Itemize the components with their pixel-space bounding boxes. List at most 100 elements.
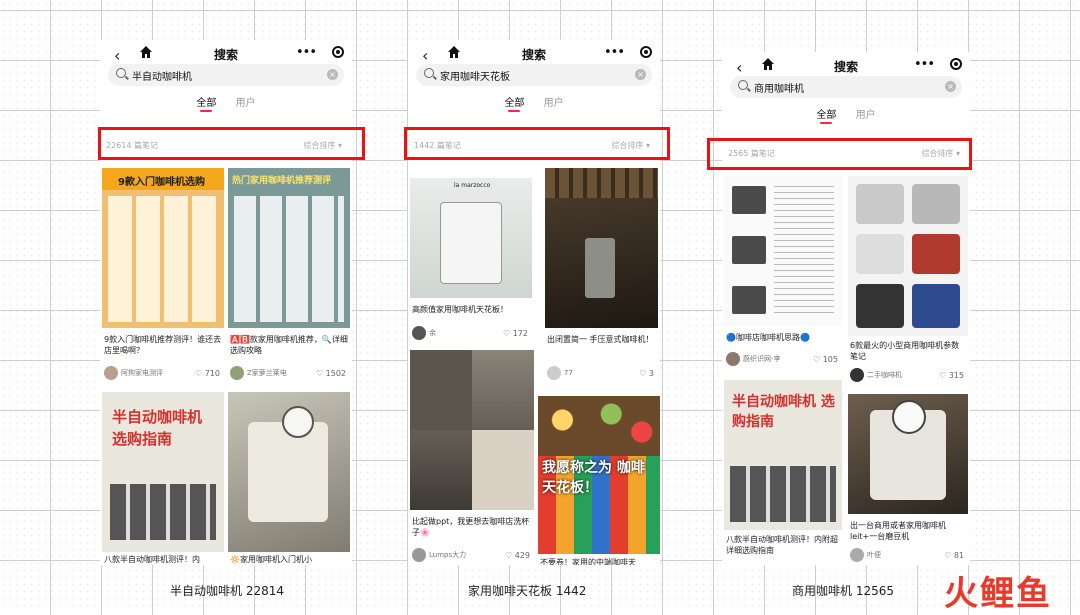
- phone-screen-1: ‹ 搜索 ••• × 全部 用户 22614 篇笔记 综合排序 ▾ 9款入门咖啡…: [100, 40, 352, 565]
- like-number: 105: [822, 355, 838, 364]
- cover-banner: 热门家用咖啡机推荐测评: [232, 176, 332, 186]
- note-title: 9款入门咖啡机推荐测评！谁还去店里喝啊？: [104, 335, 222, 355]
- avatar: [547, 366, 561, 380]
- clear-icon[interactable]: ×: [635, 69, 646, 80]
- avatar: [726, 352, 740, 366]
- note-card[interactable]: la marzocco 高颜值家用咖啡机天花板！ 余 ♡ 172: [410, 178, 532, 346]
- avatar: [850, 548, 864, 562]
- like-number: 172: [512, 329, 528, 338]
- note-cover: la marzocco: [410, 178, 532, 298]
- tab-bar: 全部 用户: [408, 94, 660, 112]
- avatar: [850, 368, 864, 382]
- note-cover: [410, 350, 534, 510]
- tab-all[interactable]: 全部: [504, 94, 524, 112]
- note-card[interactable]: 出一台商用或者家用咖啡机leit+一台磨豆机 叶便 ♡ 81: [848, 394, 968, 565]
- highlight-box-2: [404, 127, 670, 160]
- note-cover: [724, 176, 842, 326]
- like-count[interactable]: ♡ 172: [503, 329, 528, 338]
- search-bar[interactable]: ×: [108, 64, 344, 86]
- avatar: [230, 366, 244, 380]
- note-cover: 半自动咖啡机 选购指南: [102, 392, 224, 552]
- note-title: 6款最火的小型商用咖啡机参数笔记: [850, 341, 960, 361]
- cover-banner: 9款入门咖啡机选购: [118, 177, 205, 188]
- like-count[interactable]: ♡ 1502: [316, 369, 346, 378]
- note-title: 出一台商用或者家用咖啡机leit+一台磨豆机: [850, 521, 946, 541]
- author-name: 叶便: [867, 551, 881, 559]
- like-number: 710: [204, 369, 220, 378]
- note-title: 比起做ppt，我更想去咖啡店洗杯子🌸: [412, 517, 530, 537]
- like-count[interactable]: ♡ 81: [944, 551, 964, 560]
- note-title: 🅰️🅱️款家用咖啡机推荐，🔍详细选购攻略: [230, 335, 348, 355]
- close-miniapp-icon[interactable]: [640, 46, 652, 58]
- note-card[interactable]: 比起做ppt，我更想去咖啡店洗杯子🌸 Lumps大力 ♡ 429: [410, 350, 534, 565]
- cover-banner: 我愿称之为 咖啡天花板！: [542, 460, 645, 496]
- like-number: 3: [648, 369, 654, 378]
- screen-caption-1: 半自动咖啡机 22814: [170, 584, 284, 598]
- tab-users[interactable]: 用户: [544, 94, 564, 109]
- tab-bar: 全部 用户: [722, 106, 970, 124]
- phone-screen-3: ‹ 搜索 ••• × 全部 用户 2565 篇笔记 综合排序 ▾ 🔵咖啡店咖啡机…: [722, 52, 970, 565]
- like-count[interactable]: ♡ 3: [639, 369, 654, 378]
- avatar: [412, 326, 426, 340]
- note-cover: [848, 394, 968, 514]
- search-bar[interactable]: ×: [730, 76, 962, 98]
- note-card[interactable]: 6款最火的小型商用咖啡机参数笔记 二手咖啡机 ♡ 315: [848, 176, 968, 386]
- clear-icon[interactable]: ×: [945, 81, 956, 92]
- tab-all[interactable]: 全部: [196, 94, 216, 112]
- note-cover: 热门家用咖啡机推荐测评: [228, 168, 350, 328]
- search-input[interactable]: [754, 76, 954, 98]
- author-name: 77: [564, 369, 573, 377]
- like-number: 315: [948, 371, 964, 380]
- note-card[interactable]: 🔆家用咖啡机入门机小: [228, 392, 350, 565]
- like-count[interactable]: ♡ 710: [195, 369, 220, 378]
- screen-caption-2: 家用咖啡天花板 1442: [468, 584, 587, 598]
- search-input[interactable]: [440, 64, 640, 86]
- note-author: 二手咖啡机: [850, 368, 902, 382]
- note-title: 不要卷！家用的中端咖啡天: [540, 558, 636, 565]
- avatar: [104, 366, 118, 380]
- cover-banner: la marzocco: [454, 182, 491, 189]
- search-icon: [424, 68, 434, 78]
- close-miniapp-icon[interactable]: [950, 58, 962, 70]
- more-icon[interactable]: •••: [604, 45, 625, 60]
- note-author: 蔚织识网-李: [726, 352, 781, 366]
- clear-icon[interactable]: ×: [327, 69, 338, 80]
- screen-caption-3: 商用咖啡机 12565: [792, 584, 894, 598]
- author-name: 余: [429, 329, 436, 337]
- tab-users[interactable]: 用户: [856, 106, 876, 121]
- note-card[interactable]: 热门家用咖啡机推荐测评 🅰️🅱️款家用咖啡机推荐，🔍详细选购攻略 Z家萝兰莱电 …: [228, 168, 350, 388]
- note-cover: 半自动咖啡机 选购指南: [724, 380, 842, 530]
- note-author: Lumps大力: [412, 548, 466, 562]
- note-title: 出闭置简一 手压意式咖啡机！: [547, 335, 654, 344]
- more-icon[interactable]: •••: [296, 45, 317, 60]
- tab-users[interactable]: 用户: [236, 94, 256, 109]
- like-count[interactable]: ♡ 105: [813, 355, 838, 364]
- note-card[interactable]: 9款入门咖啡机选购 9款入门咖啡机推荐测评！谁还去店里喝啊？ 阿狗家电测评 ♡ …: [102, 168, 224, 388]
- like-count[interactable]: ♡ 315: [939, 371, 964, 380]
- tab-bar: 全部 用户: [100, 94, 352, 112]
- search-bar[interactable]: ×: [416, 64, 652, 86]
- highlight-box-3: [707, 138, 972, 170]
- like-number: 81: [953, 551, 964, 560]
- like-count[interactable]: ♡ 429: [505, 551, 530, 560]
- like-number: 429: [514, 551, 530, 560]
- note-card[interactable]: 半自动咖啡机 选购指南 八款半自动咖啡机测评！内: [102, 392, 224, 565]
- highlight-box-1: [98, 127, 365, 160]
- cover-banner: 半自动咖啡机 选购指南: [112, 408, 203, 448]
- note-author: 余: [412, 326, 436, 340]
- search-input[interactable]: [132, 64, 332, 86]
- avatar: [412, 548, 426, 562]
- note-author: 阿狗家电测评: [104, 366, 163, 380]
- note-cover: 我愿称之为 咖啡天花板！: [538, 396, 660, 554]
- note-card[interactable]: 出闭置简一 手压意式咖啡机！ 77 ♡ 3: [545, 168, 658, 388]
- note-card[interactable]: 我愿称之为 咖啡天花板！ 不要卷！家用的中端咖啡天: [538, 396, 660, 565]
- tab-all[interactable]: 全部: [816, 106, 836, 124]
- note-card[interactable]: 🔵咖啡店咖啡机思路🔵 蔚织识网-李 ♡ 105: [724, 176, 842, 374]
- author-name: Z家萝兰莱电: [247, 369, 287, 377]
- close-miniapp-icon[interactable]: [332, 46, 344, 58]
- more-icon[interactable]: •••: [914, 57, 935, 72]
- note-cover: 9款入门咖啡机选购: [102, 168, 224, 328]
- note-card[interactable]: 半自动咖啡机 选购指南 八款半自动咖啡机测评！内附超详细选购指南: [724, 380, 842, 565]
- note-title: 高颜值家用咖啡机天花板！: [412, 305, 508, 314]
- search-icon: [738, 80, 748, 90]
